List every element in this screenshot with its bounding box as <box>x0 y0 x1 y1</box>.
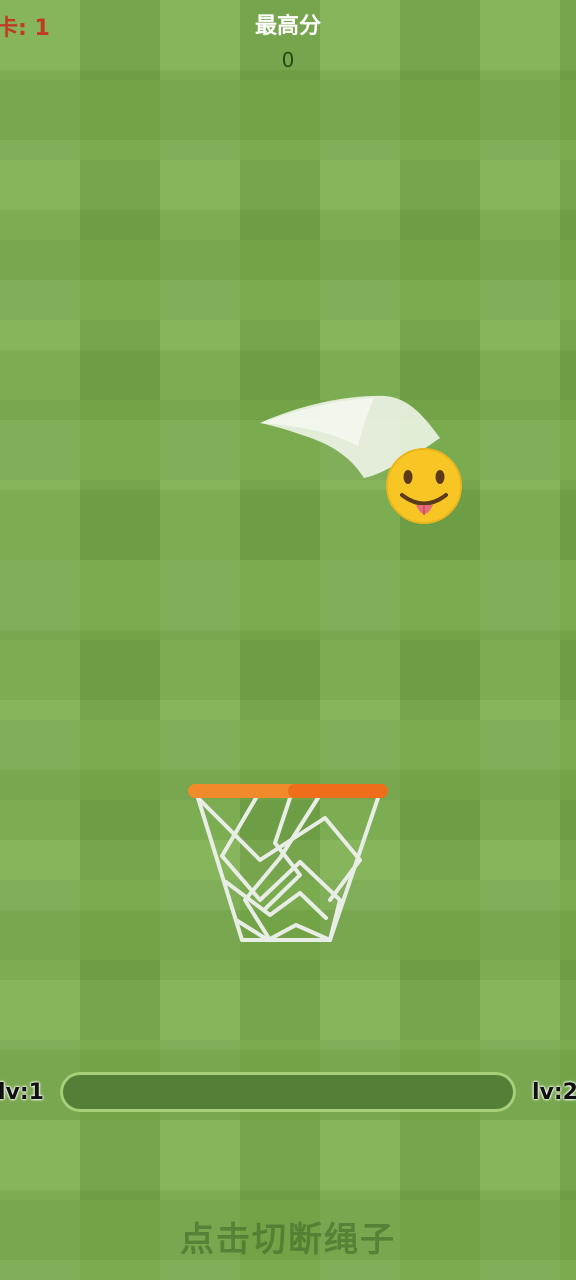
next-level-label: lv:2 <box>532 1080 576 1105</box>
hoop-rim <box>188 784 388 798</box>
tap-hint: 点击切断绳子 <box>180 1220 396 1260</box>
level-progress: lv:1 lv:2 <box>0 1072 576 1116</box>
tongue-out-face-icon[interactable] <box>386 448 462 524</box>
hoop-net <box>196 796 380 942</box>
progress-track <box>60 1072 516 1112</box>
current-level-label: lv:1 <box>0 1080 44 1105</box>
